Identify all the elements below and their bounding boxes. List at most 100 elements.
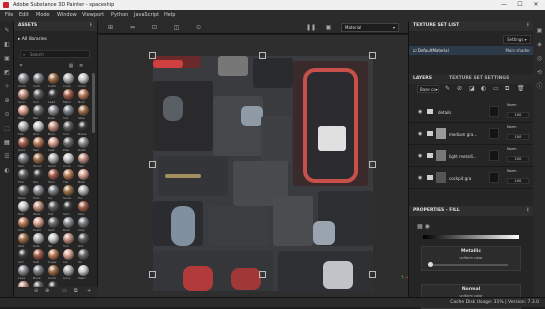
visibility-icon[interactable]: ◉ — [418, 175, 422, 181]
metallic-slider[interactable] — [428, 264, 508, 266]
menu-edit[interactable]: Edit — [19, 10, 29, 21]
material-thumbnail[interactable] — [18, 105, 29, 116]
material-thumbnail[interactable] — [18, 201, 29, 212]
layer-row[interactable]: ◉ light metalli... Norm 100 — [409, 145, 534, 167]
add-paint-layer-icon[interactable]: ⊘ — [457, 85, 462, 92]
transform-handle[interactable] — [149, 271, 156, 278]
visibility-icon[interactable]: ◉ — [418, 109, 422, 115]
delete-icon[interactable]: 🗑 — [517, 85, 525, 92]
material-thumbnail[interactable] — [18, 249, 29, 260]
material-thumbnail[interactable] — [48, 185, 59, 196]
panel-menu-icon[interactable]: ⋮ — [526, 206, 531, 216]
visibility-icon[interactable]: ◉ — [418, 131, 422, 137]
pause-icon[interactable]: ❚❚ — [306, 23, 316, 32]
material-thumbnail[interactable] — [63, 233, 74, 244]
material-thumbnail[interactable] — [63, 105, 74, 116]
material-thumbnail[interactable] — [78, 233, 89, 244]
duplicate-icon[interactable]: ⧉ — [505, 85, 509, 93]
paint-brush-icon[interactable]: ✎ — [3, 27, 11, 35]
material-thumbnail[interactable] — [78, 169, 89, 180]
snapping-icon[interactable]: ⊡ — [150, 23, 159, 32]
material-thumbnail[interactable] — [63, 137, 74, 148]
clone-icon[interactable]: ⊕ — [3, 97, 11, 105]
transform-handle[interactable] — [259, 52, 266, 59]
info-icon[interactable]: ⓘ — [536, 83, 543, 90]
material-thumbnail[interactable] — [33, 201, 44, 212]
material-thumbnail[interactable] — [78, 105, 89, 116]
layer-blend-mode[interactable]: Norm — [507, 147, 517, 151]
minimize-button[interactable]: — — [497, 0, 511, 10]
library-selector[interactable]: ▸ All libraries — [18, 37, 47, 42]
texture-set-row[interactable]: ☑ DefaultMaterial Main shader — [409, 46, 534, 55]
visibility-icon[interactable]: ◉ — [418, 153, 422, 159]
close-button[interactable]: ✕ — [529, 0, 543, 10]
material-thumbnail[interactable] — [78, 89, 89, 100]
filter-icon[interactable]: ⏷ — [19, 63, 23, 69]
tab-layers[interactable]: LAYERS — [413, 74, 432, 84]
material-thumbnail[interactable] — [63, 73, 74, 84]
menu-viewport[interactable]: Viewport — [82, 10, 104, 21]
texture-set-icon[interactable]: ▣ — [536, 27, 543, 34]
assets-scrollbar[interactable] — [92, 73, 95, 133]
material-thumbnail[interactable] — [33, 233, 44, 244]
transform-handle[interactable] — [259, 271, 266, 278]
menu-window[interactable]: Window — [57, 10, 77, 21]
material-thumbnail[interactable] — [48, 201, 59, 212]
layer-row[interactable]: ◉ medium gra... Norm 100 — [409, 123, 534, 145]
history-icon[interactable]: ⟲ — [536, 69, 543, 76]
panel-menu-icon[interactable]: ⋮ — [89, 21, 94, 31]
material-thumbnail[interactable] — [78, 137, 89, 148]
material-thumbnail[interactable] — [48, 249, 59, 260]
material-thumbnail[interactable] — [63, 201, 74, 212]
material-thumbnail[interactable] — [18, 169, 29, 180]
material-thumbnail[interactable] — [78, 249, 89, 260]
add-folder-icon[interactable]: ▭ — [493, 85, 499, 92]
material-thumbnail[interactable] — [48, 89, 59, 100]
collapse-icon[interactable]: ▭ — [62, 288, 67, 294]
transform-handle[interactable] — [149, 161, 156, 168]
grid-icon[interactable]: ⊞ — [106, 23, 115, 32]
material-picker-icon[interactable]: ⊙ — [3, 111, 11, 119]
layer-row[interactable]: ◉ details Norm 100 — [409, 101, 534, 123]
blend-channel-select[interactable]: Base co▾ — [417, 85, 439, 93]
material-thumbnail[interactable] — [18, 185, 29, 196]
menu-file[interactable]: File — [5, 10, 13, 21]
display-settings-icon[interactable]: ◐ — [3, 167, 11, 175]
material-thumbnail[interactable] — [78, 265, 89, 276]
layer-opacity[interactable]: 100 — [507, 156, 529, 162]
camera-icon[interactable]: ⊙ — [194, 23, 203, 32]
material-thumbnail[interactable] — [63, 217, 74, 228]
layer-opacity[interactable]: 100 — [507, 112, 529, 118]
material-thumbnail[interactable] — [78, 185, 89, 196]
add-icon[interactable]: + — [87, 288, 91, 294]
metallic-slider-handle[interactable] — [428, 262, 433, 267]
base-color-gradient[interactable] — [423, 235, 519, 239]
menu-javascript[interactable]: JavaScript — [134, 10, 159, 21]
material-thumbnail[interactable] — [48, 153, 59, 164]
material-thumbnail[interactable] — [78, 121, 89, 132]
material-thumbnail[interactable] — [18, 137, 29, 148]
shader-label[interactable]: Main shader — [505, 46, 530, 55]
material-thumbnail[interactable] — [18, 233, 29, 244]
screenshot-icon[interactable]: ▣ — [324, 23, 333, 32]
layer-blend-mode[interactable]: Norm — [507, 125, 517, 129]
shelf-icon[interactable]: ☰ — [3, 153, 11, 161]
zoom-in-icon[interactable]: ⊕ — [45, 288, 49, 294]
material-thumbnail[interactable] — [48, 217, 59, 228]
material-thumbnail[interactable] — [33, 89, 44, 100]
grid-view-icon[interactable]: ▦ — [69, 63, 74, 69]
add-mask-icon[interactable]: ◐ — [481, 85, 486, 92]
material-thumbnail[interactable] — [48, 121, 59, 132]
material-thumbnail[interactable] — [63, 89, 74, 100]
material-thumbnail[interactable] — [33, 121, 44, 132]
material-thumbnail[interactable] — [18, 121, 29, 132]
material-thumbnail[interactable] — [48, 233, 59, 244]
list-view-icon[interactable]: ≣ — [79, 63, 83, 69]
projection-icon[interactable]: ▣ — [3, 55, 11, 63]
material-thumbnail[interactable] — [18, 217, 29, 228]
layer-opacity[interactable]: 100 — [507, 178, 529, 184]
expand-icon[interactable]: ⧉ — [74, 288, 78, 294]
material-thumbnail[interactable] — [33, 265, 44, 276]
transform-handle[interactable] — [369, 271, 376, 278]
material-thumbnail[interactable] — [78, 153, 89, 164]
